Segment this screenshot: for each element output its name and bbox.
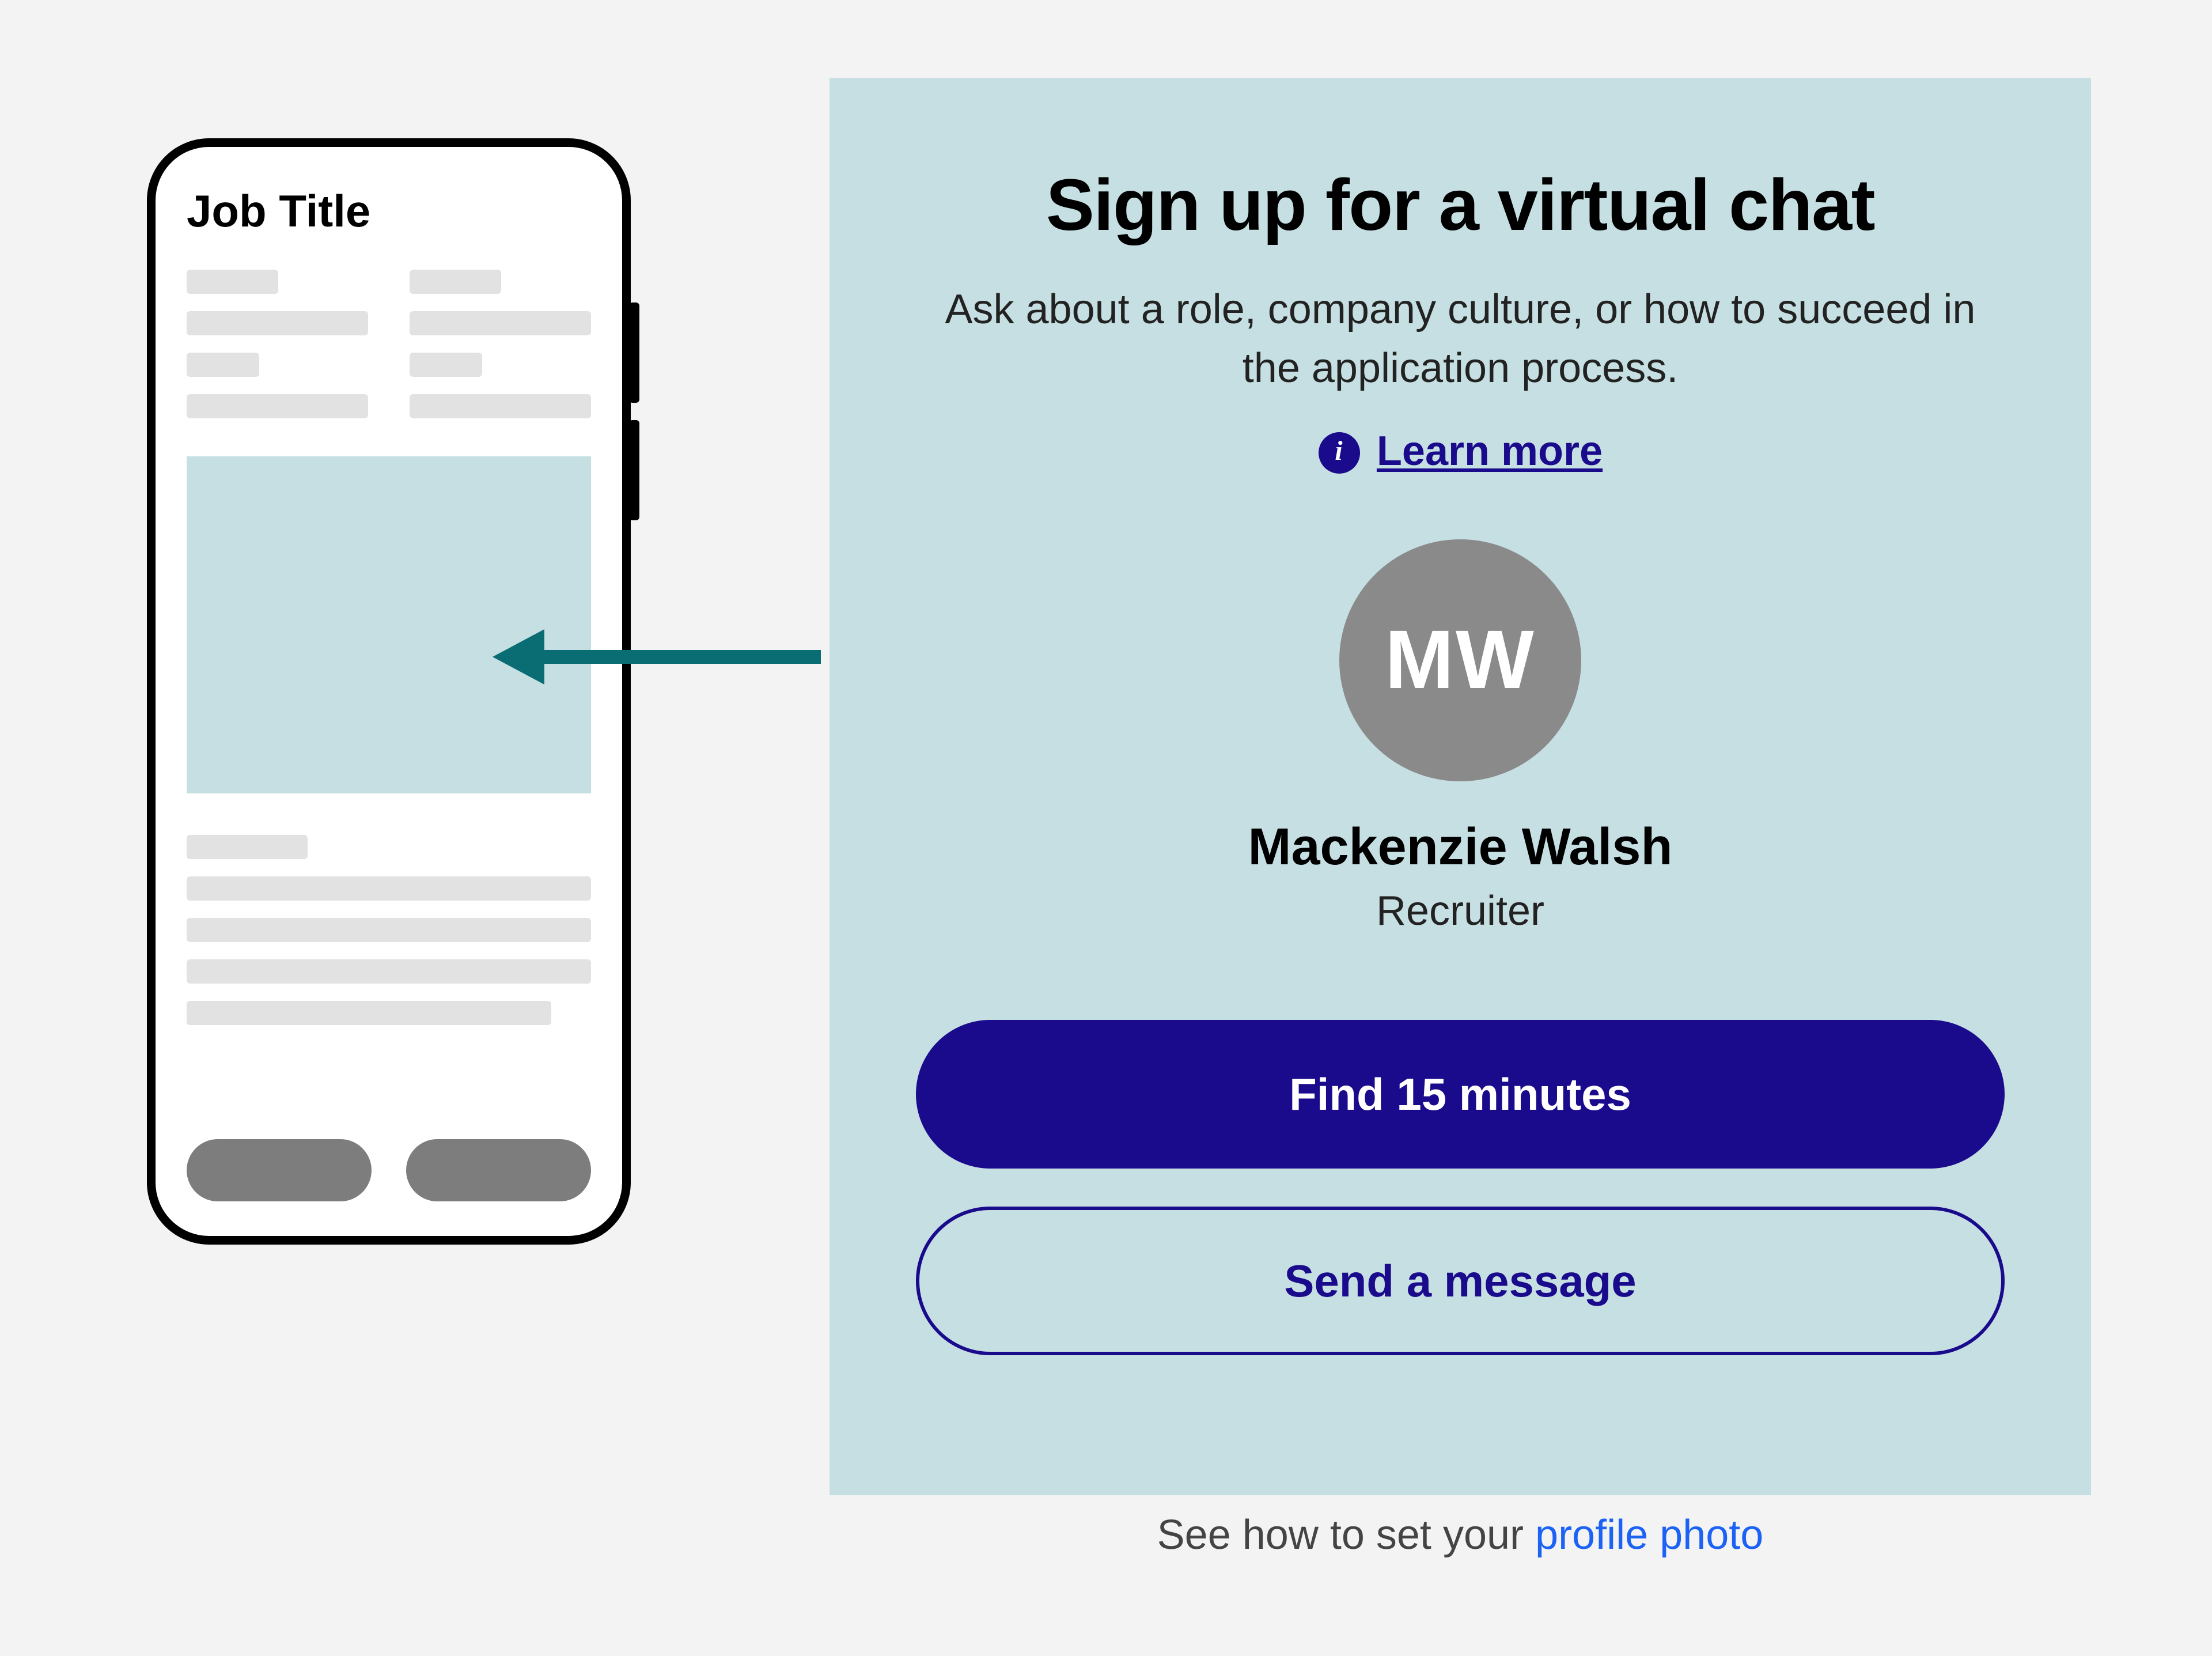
placeholder-bar	[410, 270, 501, 294]
profile-photo-link[interactable]: profile photo	[1535, 1513, 1763, 1559]
phone-pill-button	[406, 1139, 591, 1201]
placeholder-bar	[187, 876, 591, 901]
info-icon: i	[1318, 433, 1359, 474]
person-name: Mackenzie Walsh	[916, 820, 2005, 879]
placeholder-bar	[410, 353, 482, 377]
phone-pill-button	[187, 1139, 372, 1201]
learn-more-link[interactable]: Learn more	[1377, 429, 1603, 478]
placeholder-bar	[187, 311, 368, 335]
phone-title: Job Title	[187, 185, 591, 239]
person-role: Recruiter	[916, 889, 2005, 937]
placeholder-bar	[187, 918, 591, 942]
caption-prefix: See how to set your	[1157, 1513, 1535, 1559]
phone-meta-block	[187, 270, 591, 418]
caption: See how to set your profile photo	[830, 1513, 2091, 1561]
phone-side-button	[629, 420, 639, 520]
phone-bottom-buttons	[187, 1139, 591, 1201]
placeholder-bar	[187, 1001, 551, 1025]
placeholder-bar	[187, 394, 368, 418]
phone-mockup: Job Title	[147, 138, 631, 1245]
send-message-button[interactable]: Send a message	[916, 1207, 2005, 1356]
placeholder-bar	[187, 959, 591, 984]
placeholder-bar	[187, 270, 278, 294]
placeholder-bar	[187, 353, 259, 377]
phone-body-text	[187, 835, 591, 1025]
phone-hero-image	[187, 456, 591, 793]
placeholder-bar	[187, 835, 308, 859]
placeholder-bar	[410, 394, 591, 418]
avatar: MW	[1339, 540, 1581, 782]
virtual-chat-card: Sign up for a virtual chat Ask about a r…	[830, 78, 2091, 1495]
placeholder-bar	[410, 311, 591, 335]
phone-side-button	[629, 303, 639, 403]
card-subheading: Ask about a role, company culture, or ho…	[916, 282, 2005, 398]
card-heading: Sign up for a virtual chat	[916, 164, 2005, 247]
find-minutes-button[interactable]: Find 15 minutes	[916, 1020, 2005, 1169]
